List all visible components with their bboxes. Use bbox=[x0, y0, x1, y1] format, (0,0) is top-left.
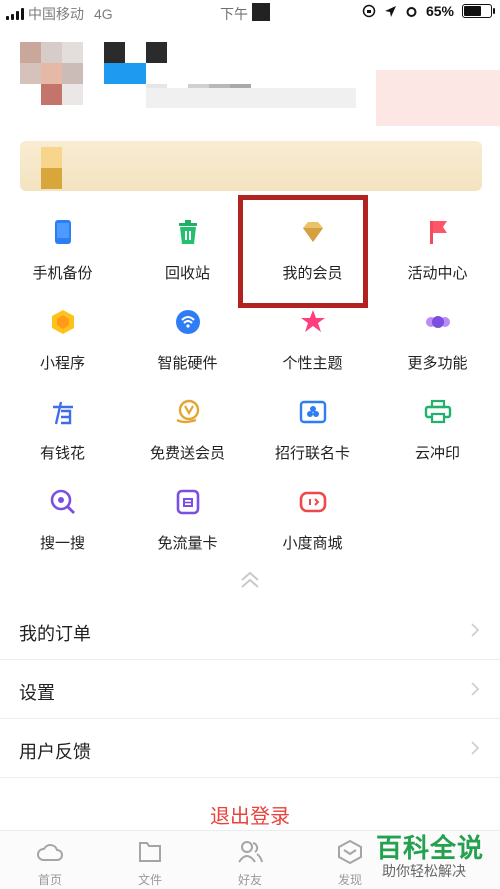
watermark: 百科全说 助你轻松解决 bbox=[370, 828, 500, 889]
watermark-subtitle: 助你轻松解决 bbox=[382, 863, 466, 879]
tab-label: 文件 bbox=[137, 873, 162, 887]
status-left: 中国移动 4G bbox=[6, 4, 113, 24]
menu-item-settings[interactable]: 设置 bbox=[0, 661, 500, 719]
theme-star-icon bbox=[300, 310, 325, 332]
network-label: 4G bbox=[94, 6, 113, 22]
account-info-blur bbox=[146, 88, 356, 108]
smart-hardware-icon bbox=[175, 310, 200, 334]
signal-icon bbox=[6, 8, 24, 20]
grid-item-bank-card[interactable]: 招行联名卡 bbox=[250, 382, 375, 472]
grid-item-phone-backup[interactable]: 手机备份 bbox=[0, 202, 125, 292]
grid-item-label: 搜一搜 bbox=[39, 535, 85, 552]
tab-files[interactable]: 文件 bbox=[100, 831, 200, 889]
profile-header[interactable] bbox=[0, 26, 500, 130]
grid-item-youqianhua[interactable]: 有钱花 bbox=[0, 382, 125, 472]
phone-backup-icon bbox=[54, 220, 71, 244]
time-blur bbox=[252, 3, 270, 21]
chevron-right-icon bbox=[471, 741, 480, 755]
menu-item-label: 我的订单 bbox=[19, 624, 91, 644]
discover-icon bbox=[338, 839, 362, 865]
logout-button[interactable]: 退出登录 bbox=[0, 800, 500, 829]
menu-item-feedback[interactable]: 用户反馈 bbox=[0, 720, 500, 778]
battery-icon bbox=[462, 4, 495, 18]
menu-item-label: 用户反馈 bbox=[19, 742, 91, 762]
time-label: 下午 bbox=[220, 6, 248, 22]
grid-item-data-card[interactable]: 免流量卡 bbox=[125, 472, 250, 562]
folder-icon bbox=[139, 842, 161, 862]
free-membership-icon bbox=[175, 399, 199, 424]
vip-badge-blur[interactable] bbox=[376, 70, 500, 126]
data-card-icon bbox=[176, 489, 199, 515]
more-functions-icon bbox=[425, 316, 450, 328]
grid-item-label: 小程序 bbox=[39, 355, 85, 372]
grid-item-free-membership[interactable]: 免费送会员 bbox=[125, 382, 250, 472]
grid-item-label: 云冲印 bbox=[414, 445, 460, 462]
friends-icon bbox=[238, 841, 263, 863]
tab-home[interactable]: 首页 bbox=[0, 831, 100, 889]
grid-item-label: 有钱花 bbox=[39, 445, 85, 462]
grid-item-activity[interactable]: 活动中心 bbox=[375, 202, 500, 292]
activity-flag-icon bbox=[429, 221, 447, 244]
member-banner[interactable] bbox=[20, 141, 482, 191]
status-right: 65% bbox=[362, 3, 495, 19]
rotation-lock-icon bbox=[362, 4, 376, 18]
collapse-chevron-icon[interactable] bbox=[238, 570, 262, 590]
highlight-box bbox=[238, 195, 368, 308]
grid-item-label: 免费送会员 bbox=[149, 445, 225, 462]
grid-item-recycle-bin[interactable]: 回收站 bbox=[125, 202, 250, 292]
search-icon bbox=[50, 489, 75, 514]
battery-percent: 65% bbox=[425, 3, 454, 19]
xiaodu-store-icon bbox=[299, 491, 326, 513]
grid-item-label: 招行联名卡 bbox=[274, 445, 350, 462]
watermark-title: 百科全说 bbox=[376, 833, 485, 863]
bank-card-icon bbox=[299, 400, 326, 424]
grid-item-label: 免流量卡 bbox=[157, 535, 218, 552]
cloud-print-icon bbox=[424, 399, 451, 424]
grid-item-search[interactable]: 搜一搜 bbox=[0, 472, 125, 562]
youqianhua-icon bbox=[52, 401, 73, 425]
menu-item-orders[interactable]: 我的订单 bbox=[0, 602, 500, 660]
grid-item-xiaodu-store[interactable]: 小度商城 bbox=[250, 472, 375, 562]
grid-item-smart-hardware[interactable]: 智能硬件 bbox=[125, 292, 250, 382]
carrier-label: 中国移动 bbox=[28, 6, 84, 22]
grid-item-cloud-print[interactable]: 云冲印 bbox=[375, 382, 500, 472]
grid-item-label: 小度商城 bbox=[282, 535, 343, 552]
mini-program-icon bbox=[51, 310, 74, 334]
cloud-home-icon bbox=[37, 844, 63, 861]
grid-item-label: 更多功能 bbox=[407, 355, 468, 372]
menu-item-label: 设置 bbox=[19, 683, 55, 703]
grid-item-label: 手机备份 bbox=[32, 265, 93, 282]
grid-item-label: 回收站 bbox=[164, 265, 210, 282]
grid-item-more[interactable]: 更多功能 bbox=[375, 292, 500, 382]
tab-friends[interactable]: 好友 bbox=[200, 831, 300, 889]
tab-label: 首页 bbox=[37, 873, 62, 887]
tab-label: 好友 bbox=[237, 873, 262, 887]
grid-item-label: 智能硬件 bbox=[157, 355, 218, 372]
alarm-icon bbox=[406, 6, 417, 17]
status-bar: 中国移动 4G 下午 65% bbox=[0, 0, 500, 26]
grid-item-label: 个性主题 bbox=[282, 355, 343, 372]
recycle-bin-icon bbox=[178, 220, 197, 244]
location-icon bbox=[384, 5, 396, 17]
chevron-right-icon bbox=[471, 623, 480, 637]
chevron-right-icon bbox=[471, 682, 480, 696]
grid-item-label: 活动中心 bbox=[407, 265, 468, 282]
grid-item-mini-program[interactable]: 小程序 bbox=[0, 292, 125, 382]
